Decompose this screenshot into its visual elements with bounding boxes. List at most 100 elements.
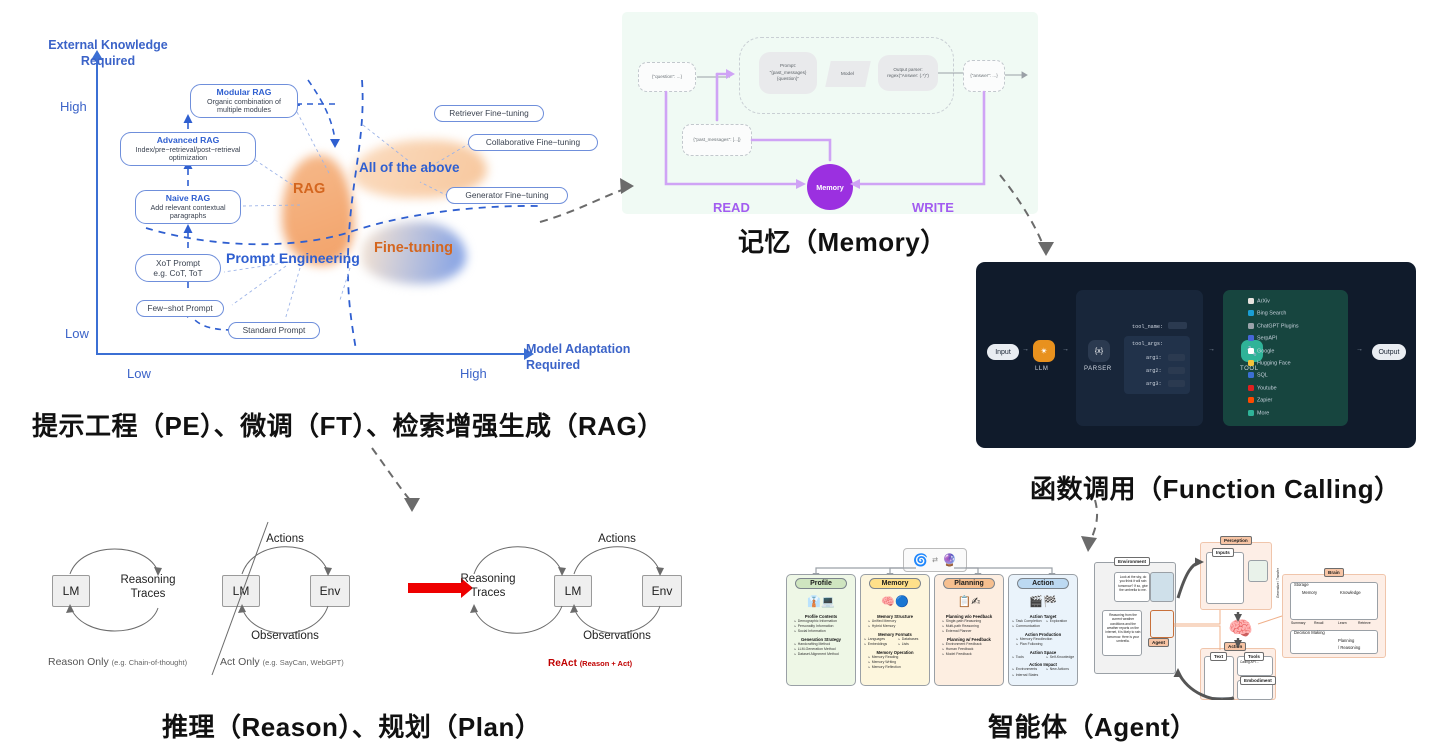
agent-column-planning[interactable]: Planning📋✍Planning w/o FeedbackSingle-pa… bbox=[934, 574, 1004, 686]
node-retriever-fine-tuning[interactable]: Retriever Fine−tuning bbox=[434, 105, 544, 122]
agent-section-item: Hybrid Memory bbox=[868, 624, 929, 629]
fc-tool-item[interactable]: SerpAPI bbox=[1248, 335, 1278, 342]
fc-tool-item[interactable]: More bbox=[1248, 409, 1270, 417]
fc-tool-item[interactable]: Google bbox=[1248, 347, 1275, 355]
caption-pe-ft-rag: 提示工程（PE）、微调（FT）、检索增强生成（RAG） bbox=[32, 411, 664, 441]
fc-llm-icon[interactable]: ✴ bbox=[1033, 340, 1055, 362]
agent-column-icons: 🎬🏁 bbox=[1029, 595, 1057, 608]
fc-tool-item[interactable]: SQL bbox=[1248, 372, 1268, 379]
agent-section-item: Internal States bbox=[1012, 673, 1077, 678]
fc-tool-icon-google bbox=[1248, 347, 1254, 354]
node-modular-rag-sub2: multiple modules bbox=[217, 105, 271, 115]
fc-arg2-key: arg2: bbox=[1146, 368, 1162, 374]
fc-tool-icon-serpapi bbox=[1248, 335, 1254, 342]
fc-arg1-slot[interactable] bbox=[1168, 354, 1185, 361]
fc-tool-item[interactable]: ArXiv bbox=[1248, 298, 1270, 304]
fc-arg3-slot[interactable] bbox=[1168, 380, 1185, 387]
agent-section-row: ToolsSelf-Knowledge bbox=[1009, 655, 1077, 660]
fc-input-pill[interactable]: Input bbox=[987, 344, 1019, 360]
fc-tool-name: SQL bbox=[1257, 372, 1268, 379]
agent-section-row: Internal States bbox=[1009, 673, 1077, 678]
fc-tool-args-key: tool_args: bbox=[1132, 341, 1164, 347]
fc-arrow-1: → bbox=[1022, 346, 1029, 353]
function-calling-diagram: Input ✴ LLM {x} PARSER tool_name: tool_a… bbox=[976, 262, 1416, 448]
fc-tool-name: SerpAPI bbox=[1257, 335, 1278, 342]
node-advanced-rag[interactable]: Advanced RAG Index/pre−retrieval/post−re… bbox=[120, 132, 256, 166]
agent-section-item: Tools bbox=[1012, 655, 1043, 660]
agent-section-item: Self-Knowledge bbox=[1046, 655, 1077, 660]
agent-section-item: External Planner bbox=[942, 629, 1003, 634]
fc-tool-icon-more bbox=[1248, 409, 1254, 416]
node-collaborative-fine-tuning-label: Collaborative Fine−tuning bbox=[485, 137, 581, 147]
node-modular-rag[interactable]: Modular RAG Organic combination of multi… bbox=[190, 84, 298, 118]
node-standard-prompt[interactable]: Standard Prompt bbox=[228, 322, 320, 339]
agent-column-title: Profile bbox=[794, 578, 848, 589]
fc-tool-icon-arxiv bbox=[1248, 298, 1254, 304]
fc-tool-name: Hugging Face bbox=[1257, 360, 1291, 367]
node-standard-prompt-label: Standard Prompt bbox=[242, 325, 306, 335]
agent-section-item: Embeddings bbox=[864, 642, 895, 647]
fc-tool-name: ChatGPT Plugins bbox=[1257, 323, 1299, 330]
fc-tool-label: TOOL bbox=[1240, 366, 1259, 372]
fc-tool-name-slot[interactable] bbox=[1168, 322, 1187, 329]
caption-reason-plan: 推理（Reason）、规划（Plan） bbox=[162, 712, 542, 742]
agent-column-title: Memory bbox=[868, 578, 922, 589]
fc-parser-label: PARSER bbox=[1084, 366, 1112, 372]
caption-agent: 智能体（Agent） bbox=[988, 712, 1197, 742]
node-retriever-fine-tuning-label: Retriever Fine−tuning bbox=[449, 108, 529, 118]
fc-tool-name: ArXiv bbox=[1257, 298, 1270, 305]
fc-tool-item[interactable]: Youtube bbox=[1248, 384, 1277, 392]
fc-tool-name: Youtube bbox=[1257, 385, 1277, 392]
fc-tool-icon-chatgpt-plugins bbox=[1248, 322, 1254, 329]
memory-diagram: {"question": ...} Prompt: "{past_message… bbox=[622, 12, 1038, 215]
agent-section-item: Plan Following bbox=[1016, 642, 1077, 647]
fc-tool-icon-youtube bbox=[1248, 384, 1254, 391]
blob-label-prompt-engineering: Prompt Engineering bbox=[226, 250, 360, 266]
agent-section-item: Dataset Alignment Method bbox=[794, 652, 855, 657]
fc-arrow-3: → bbox=[1208, 346, 1215, 353]
node-collaborative-fine-tuning[interactable]: Collaborative Fine−tuning bbox=[468, 134, 598, 151]
fc-parser-icon[interactable]: {x} bbox=[1088, 340, 1110, 362]
react-diagram: LM Reasoning Traces Reason Only (e.g. Ch… bbox=[30, 520, 770, 680]
agent-column-memory[interactable]: Memory🧠🔵Memory StructureUnified MemoryHy… bbox=[860, 574, 930, 686]
memory-connectors bbox=[664, 69, 1028, 189]
agent-column-action[interactable]: Action🎬🏁Action TargetTask CompletionExpl… bbox=[1008, 574, 1078, 686]
node-generator-fine-tuning[interactable]: Generator Fine−tuning bbox=[446, 187, 568, 204]
pe-ft-rag-quadrant: External Knowledge Required High Low Mod… bbox=[0, 0, 640, 400]
node-naive-rag[interactable]: Naive RAG Add relevant contextual paragr… bbox=[135, 190, 241, 224]
fc-arg3-key: arg3: bbox=[1146, 381, 1162, 387]
fc-tool-icon-zapier bbox=[1248, 397, 1254, 404]
fc-tool-item[interactable]: Bing Search bbox=[1248, 310, 1287, 317]
fc-arg1-key: arg1: bbox=[1146, 355, 1162, 361]
node-few-shot-prompt[interactable]: Few−shot Prompt bbox=[136, 300, 224, 317]
fc-arrow-2: → bbox=[1062, 346, 1069, 353]
agent-column-title: Action bbox=[1016, 578, 1070, 589]
agent-column-icons: 📋✍ bbox=[957, 595, 981, 608]
fc-arg2-slot[interactable] bbox=[1168, 367, 1185, 374]
agent-column-profile[interactable]: Profile👔💻Profile ContentsDemographic Inf… bbox=[786, 574, 856, 686]
fc-tool-item[interactable]: ChatGPT Plugins bbox=[1248, 322, 1299, 330]
blob-label-all-of-the-above: All of the above bbox=[359, 160, 460, 175]
fc-tool-name: Google bbox=[1257, 348, 1275, 355]
react-loop-arcs bbox=[66, 521, 664, 676]
fc-output-pill[interactable]: Output bbox=[1372, 344, 1406, 360]
node-generator-fine-tuning-label: Generator Fine−tuning bbox=[465, 190, 549, 200]
fc-tool-icon-bing-search bbox=[1248, 310, 1254, 317]
fc-tool-item[interactable]: Zapier bbox=[1248, 397, 1273, 404]
agent-section-item: Memory Reflection bbox=[868, 665, 929, 670]
agent-column-icons: 👔💻 bbox=[807, 595, 835, 608]
node-advanced-rag-sub2: optimization bbox=[168, 153, 208, 163]
fc-llm-label: LLM bbox=[1035, 366, 1049, 372]
agent-column-icons: 🧠🔵 bbox=[881, 595, 909, 608]
fc-tool-name: Bing Search bbox=[1257, 310, 1287, 317]
blob-label-rag: RAG bbox=[293, 181, 326, 197]
blob-label-fine-tuning: Fine-tuning bbox=[374, 240, 453, 256]
node-xot-prompt[interactable]: XoT Prompt e.g. CoT, ToT bbox=[135, 254, 221, 282]
agent-section-item: Communication bbox=[1012, 624, 1077, 629]
agent-architecture-diagram: Environment Look at the sky, do you thin… bbox=[1092, 532, 1392, 700]
fc-tool-name: Zapier bbox=[1257, 397, 1273, 404]
fc-tool-item[interactable]: Hugging Face bbox=[1248, 360, 1291, 366]
fc-arrow-4: → bbox=[1356, 346, 1363, 353]
arch-connectors bbox=[1173, 557, 1283, 700]
fc-tool-name: More bbox=[1257, 410, 1270, 417]
